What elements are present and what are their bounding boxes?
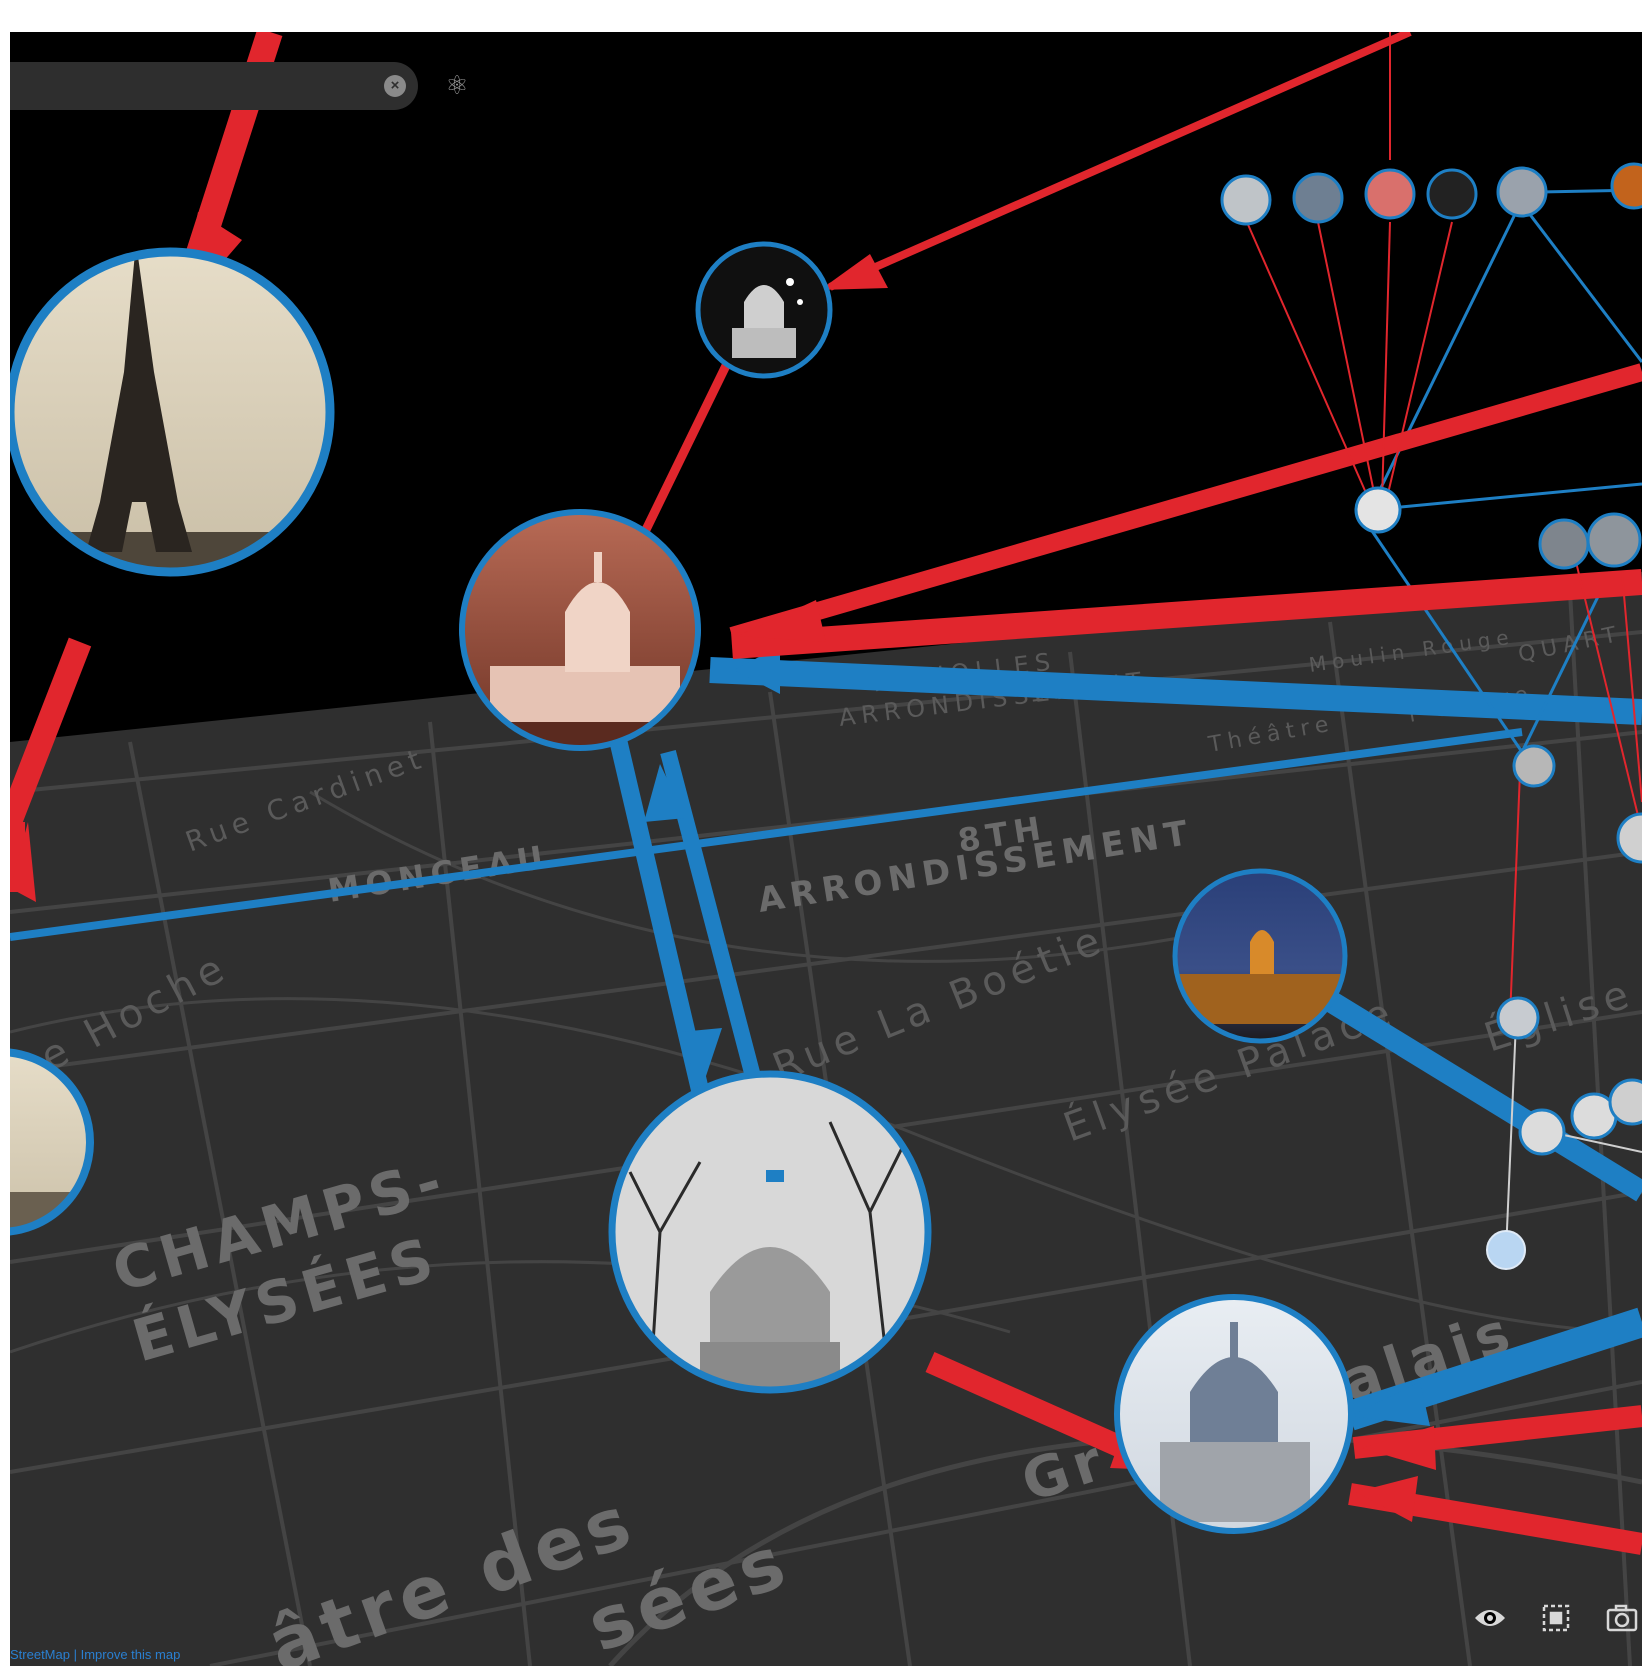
arrowhead-red xyxy=(820,254,888,290)
photo-node-invalides-trees[interactable] xyxy=(608,1070,932,1394)
photo-node-thumb xyxy=(1610,162,1642,210)
search-bar: × xyxy=(10,62,418,112)
link-blue xyxy=(1520,203,1642,363)
link-red xyxy=(1381,221,1391,503)
photo-node-thumb xyxy=(1496,166,1548,218)
photo-node-thumb xyxy=(1608,1078,1642,1126)
osm-attribution-link[interactable]: StreetMap xyxy=(10,1647,70,1662)
photo-node-thumb xyxy=(1426,168,1478,220)
link-blue xyxy=(1389,482,1642,510)
settings-icon[interactable]: ⚛ xyxy=(440,68,474,102)
screenshot-icon[interactable] xyxy=(1602,1598,1642,1638)
clear-search-icon[interactable]: × xyxy=(384,75,406,97)
photo-node-thumb xyxy=(1538,518,1590,570)
photo-node-thumb xyxy=(1220,174,1272,226)
photo-node-thumb xyxy=(1292,172,1344,224)
view-toolbar xyxy=(1470,1596,1642,1640)
map-attribution: StreetMap | Improve this map xyxy=(10,1647,180,1662)
map-viewport[interactable]: Rue Cardinet MONCEAU 8TH ARRONDISSEMENT … xyxy=(10,32,1642,1666)
search-input[interactable] xyxy=(10,62,368,112)
photo-node-thumb xyxy=(1518,1108,1566,1156)
photo-node-empty xyxy=(1486,1230,1526,1270)
photo-node-eiffel-tower[interactable] xyxy=(10,242,340,582)
improve-map-link[interactable]: Improve this map xyxy=(81,1647,181,1662)
arrowhead-red xyxy=(738,600,826,642)
visibility-icon[interactable] xyxy=(1470,1598,1510,1638)
attribution-separator: | xyxy=(69,1647,81,1662)
network-map-scene[interactable]: Rue Cardinet MONCEAU 8TH ARRONDISSEMENT … xyxy=(10,32,1642,1666)
photo-node-thumb xyxy=(1496,996,1540,1040)
photo-node-thumb xyxy=(1364,168,1416,220)
fit-frame-icon[interactable] xyxy=(1536,1598,1576,1638)
photo-node-thumb xyxy=(1354,486,1402,534)
photo-node-invalides-night-bw[interactable] xyxy=(695,241,833,379)
photo-node-thumb xyxy=(1586,512,1642,568)
photo-node-thumb xyxy=(1512,744,1556,788)
